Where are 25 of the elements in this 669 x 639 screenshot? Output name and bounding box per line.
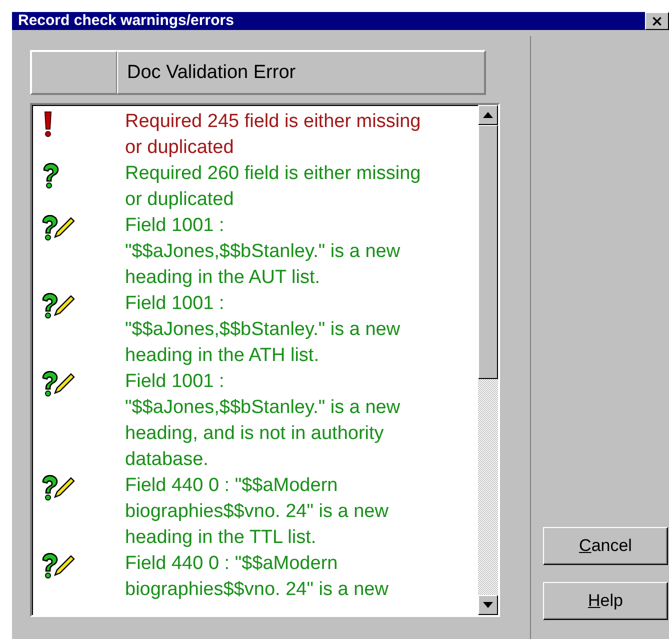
message-text: Required 260 field is either missing or duplicated (125, 162, 421, 212)
message-text: Field 1001 : "$$aJones,$$bStanley." is a new heading in the AUT list. (125, 214, 400, 290)
scroll-thumb[interactable] (478, 125, 498, 379)
question-icon (41, 163, 61, 189)
message-text: Field 1001 : "$$aJones,$$bStanley." is a new heading in the ATH list. (125, 292, 400, 368)
question-pencil-icon (41, 215, 75, 241)
down-arrow-icon (483, 602, 493, 608)
window-title: Record check warnings/errors (18, 12, 234, 30)
up-arrow-icon (483, 112, 493, 118)
question-pencil-icon (41, 475, 75, 501)
scroll-down-button[interactable] (478, 595, 498, 615)
message-text: Required 245 field is either missing or duplicated (125, 110, 421, 160)
message-text: Field 440 0 : "$$aModern biographies$$vno. 24" is a new heading in the TTL list. (125, 474, 388, 550)
question-pencil-icon (41, 293, 75, 319)
column-header[interactable] (31, 51, 117, 94)
scroll-up-button[interactable] (478, 105, 498, 125)
dialog-button[interactable]: Help (543, 582, 668, 620)
close-button[interactable]: × (645, 12, 669, 30)
question-pencil-icon (41, 371, 75, 397)
message-text: Field 440 0 : "$$aModern biographies$$vno. 24" is a new (125, 552, 388, 602)
column-header[interactable]: Doc Validation Error (117, 51, 485, 94)
dialog-button[interactable]: Cancel (543, 527, 668, 565)
scrollbar[interactable] (478, 105, 498, 615)
message-text: Field 1001 : "$$aJones,$$bStanley." is a new heading, and is not in authority database. (125, 370, 400, 472)
question-pencil-icon (41, 553, 75, 579)
